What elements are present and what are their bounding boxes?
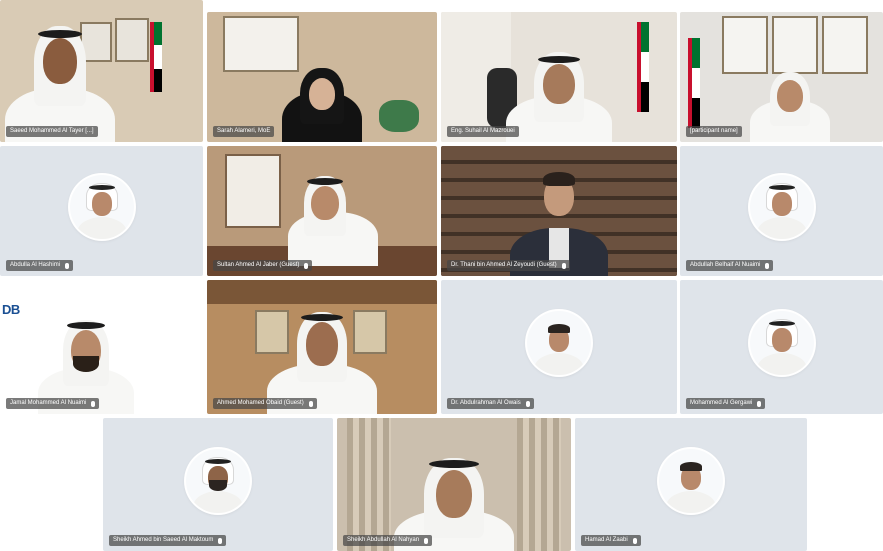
participant-tile-5[interactable]: Abdulla Al Hashimi — [0, 146, 203, 276]
participant-name: Saeed Mohammed Al Tayer [...] — [6, 126, 98, 137]
mic-icon — [308, 400, 313, 407]
participant-name: Dr. Abdulrahman Al Owais — [447, 398, 534, 409]
leader-portrait — [722, 16, 768, 74]
participant-tile-2[interactable]: Sarah Alameri, MoE — [207, 12, 437, 142]
video-feed — [680, 12, 883, 142]
mic-icon — [525, 400, 530, 407]
mic-icon — [91, 400, 96, 407]
participant-tile-10[interactable]: Ahmed Mohamed Obaid (Guest) — [207, 280, 437, 414]
mic-icon — [65, 262, 70, 269]
participant-avatar — [527, 311, 591, 375]
wall-picture — [115, 18, 149, 62]
hair — [543, 172, 575, 186]
participant-tile-6[interactable]: Sultan Ahmed Al Jaber (Guest) — [207, 146, 437, 276]
mic-icon — [561, 262, 566, 269]
video-feed — [337, 418, 571, 551]
uae-flag — [150, 22, 162, 92]
participant-name: Sheikh Abdullah Al Nahyan — [343, 535, 433, 546]
mic-icon — [218, 537, 223, 544]
leader-portrait — [772, 16, 818, 74]
participant-name: Ahmed Mohamed Obaid (Guest) — [213, 398, 317, 409]
curtain — [517, 418, 561, 551]
video-feed — [207, 12, 437, 142]
participant-avatar — [749, 175, 814, 239]
participant-name: Eng. Suhail Al Mazrouei — [447, 126, 519, 137]
participant-tile-7[interactable]: Dr. Thani bin Ahmed Al Zeyoudi (Guest) — [441, 146, 677, 276]
participant-name: Hamad Al Zaabi — [581, 535, 641, 546]
participant-tile-4[interactable]: [participant name] — [680, 12, 883, 142]
participant-tile-15[interactable]: Hamad Al Zaabi — [575, 418, 807, 551]
beard — [73, 356, 99, 372]
uae-flag — [637, 22, 649, 112]
leader-portrait — [353, 310, 387, 354]
participant-tile-8[interactable]: Abdullah Belhaif Al Nuaimi — [680, 146, 883, 276]
participant-name: Sheikh Ahmed bin Saeed Al Maktoum — [109, 535, 227, 546]
video-feed — [207, 146, 437, 276]
uae-flag — [688, 38, 700, 128]
leader-portrait — [255, 310, 289, 354]
hair — [680, 461, 702, 471]
participant-name: Dr. Thani bin Ahmed Al Zeyoudi (Guest) — [447, 260, 570, 271]
curtain — [347, 418, 391, 551]
participant-name: Jamal Mohammed Al Nuaimi — [6, 398, 100, 409]
hair — [548, 324, 570, 333]
mic-icon — [632, 537, 637, 544]
participant-name: Mohammed Al Gergawi — [686, 398, 766, 409]
participant-name: Sultan Ahmed Al Jaber (Guest) — [213, 260, 313, 271]
participant-tile-3[interactable]: Eng. Suhail Al Mazrouei — [441, 12, 677, 142]
video-feed — [441, 146, 677, 276]
mic-icon — [757, 400, 762, 407]
video-feed — [0, 0, 203, 142]
participant-avatar — [749, 311, 814, 375]
participant-tile-14[interactable]: Sheikh Abdullah Al Nahyan — [337, 418, 571, 551]
participant-tile-9[interactable]: DB Jamal Mohammed Al Nuaimi — [0, 280, 203, 414]
leader-portrait — [822, 16, 868, 74]
participant-avatar — [186, 448, 250, 513]
window — [225, 154, 281, 228]
participant-name: Abdullah Belhaif Al Nuaimi — [686, 260, 774, 271]
mic-icon — [304, 262, 309, 269]
video-feed — [441, 12, 677, 142]
mic-icon — [424, 537, 429, 544]
wall-calligraphy — [223, 16, 299, 72]
participant-name: Abdulla Al Hashimi — [6, 260, 74, 271]
desk-plant — [379, 100, 419, 132]
participant-tile-13[interactable]: Sheikh Ahmed bin Saeed Al Maktoum — [103, 418, 333, 551]
video-feed — [207, 280, 437, 414]
participant-tile-11[interactable]: Dr. Abdulrahman Al Owais — [441, 280, 677, 414]
mic-icon — [765, 262, 770, 269]
participant-tile-12[interactable]: Mohammed Al Gergawi — [680, 280, 883, 414]
participant-tile-1[interactable]: Saeed Mohammed Al Tayer [...] — [0, 0, 203, 142]
participant-name: Sarah Alameri, MoE — [213, 126, 275, 137]
participant-avatar — [69, 175, 134, 239]
video-feed — [0, 280, 203, 414]
participant-name: [participant name] — [686, 126, 742, 137]
wall-panel — [207, 280, 437, 304]
participant-avatar — [659, 448, 723, 513]
